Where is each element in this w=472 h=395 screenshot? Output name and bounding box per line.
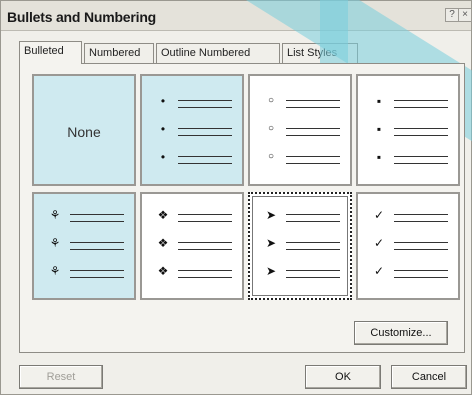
checkmark-bullet-icon: ✓ bbox=[373, 236, 385, 250]
bullet-option-four-diamond[interactable]: ❖ ❖ ❖ bbox=[140, 192, 244, 300]
dialog-title: Bullets and Numbering bbox=[7, 9, 157, 25]
help-icon[interactable]: ? bbox=[445, 8, 459, 22]
tab-outline-numbered[interactable]: Outline Numbered bbox=[156, 43, 280, 63]
arrowhead-bullet-icon: ➤ bbox=[265, 264, 277, 278]
customize-button[interactable]: Customize... bbox=[354, 321, 448, 345]
none-label: None bbox=[67, 124, 101, 140]
filled-square-bullet-icon: ▪ bbox=[376, 150, 382, 164]
four-diamond-bullet-icon: ❖ bbox=[157, 264, 169, 278]
bullet-option-checkmark[interactable]: ✓ ✓ ✓ bbox=[356, 192, 460, 300]
filled-circle-bullet-icon: • bbox=[160, 94, 166, 108]
feather-bullet-icon: ⚘ bbox=[49, 208, 61, 222]
tab-list-styles[interactable]: List Styles bbox=[282, 43, 358, 63]
bullet-option-feather[interactable]: ⚘ ⚘ ⚘ bbox=[32, 192, 136, 300]
four-diamond-bullet-icon: ❖ bbox=[157, 208, 169, 222]
filled-circle-bullet-icon: • bbox=[160, 150, 166, 164]
bullet-option-arrowhead[interactable]: ➤ ➤ ➤ bbox=[248, 192, 352, 300]
bullets-and-numbering-dialog: Bullets and Numbering ? × Bulleted Numbe… bbox=[0, 0, 472, 395]
filled-square-bullet-icon: ▪ bbox=[376, 122, 382, 136]
title-bar: Bullets and Numbering ? × bbox=[1, 1, 472, 31]
bullet-option-filled-square[interactable]: ▪ ▪ ▪ bbox=[356, 74, 460, 186]
cancel-button[interactable]: Cancel bbox=[391, 365, 467, 389]
bullet-option-filled-circle[interactable]: • • • bbox=[140, 74, 244, 186]
checkmark-bullet-icon: ✓ bbox=[373, 264, 385, 278]
arrowhead-bullet-icon: ➤ bbox=[265, 208, 277, 222]
reset-button[interactable]: Reset bbox=[19, 365, 103, 389]
feather-bullet-icon: ⚘ bbox=[49, 264, 61, 278]
filled-circle-bullet-icon: • bbox=[160, 122, 166, 136]
arrowhead-bullet-icon: ➤ bbox=[265, 236, 277, 250]
bullet-option-hollow-circle[interactable]: ○ ○ ○ bbox=[248, 74, 352, 186]
hollow-circle-bullet-icon: ○ bbox=[267, 123, 275, 134]
tab-bulleted[interactable]: Bulleted bbox=[19, 41, 82, 64]
checkmark-bullet-icon: ✓ bbox=[373, 208, 385, 222]
hollow-circle-bullet-icon: ○ bbox=[267, 151, 275, 162]
bullet-gallery-panel: None • • • ○ ○ ○ ▪ ▪ ▪ ⚘ ⚘ ⚘ ❖ ❖ ❖ ➤ ➤ ➤… bbox=[19, 63, 465, 353]
tab-numbered[interactable]: Numbered bbox=[84, 43, 154, 63]
close-icon[interactable]: × bbox=[458, 8, 472, 22]
filled-square-bullet-icon: ▪ bbox=[376, 94, 382, 108]
bullet-option-none[interactable]: None bbox=[32, 74, 136, 186]
hollow-circle-bullet-icon: ○ bbox=[267, 95, 275, 106]
four-diamond-bullet-icon: ❖ bbox=[157, 236, 169, 250]
feather-bullet-icon: ⚘ bbox=[49, 236, 61, 250]
ok-button[interactable]: OK bbox=[305, 365, 381, 389]
